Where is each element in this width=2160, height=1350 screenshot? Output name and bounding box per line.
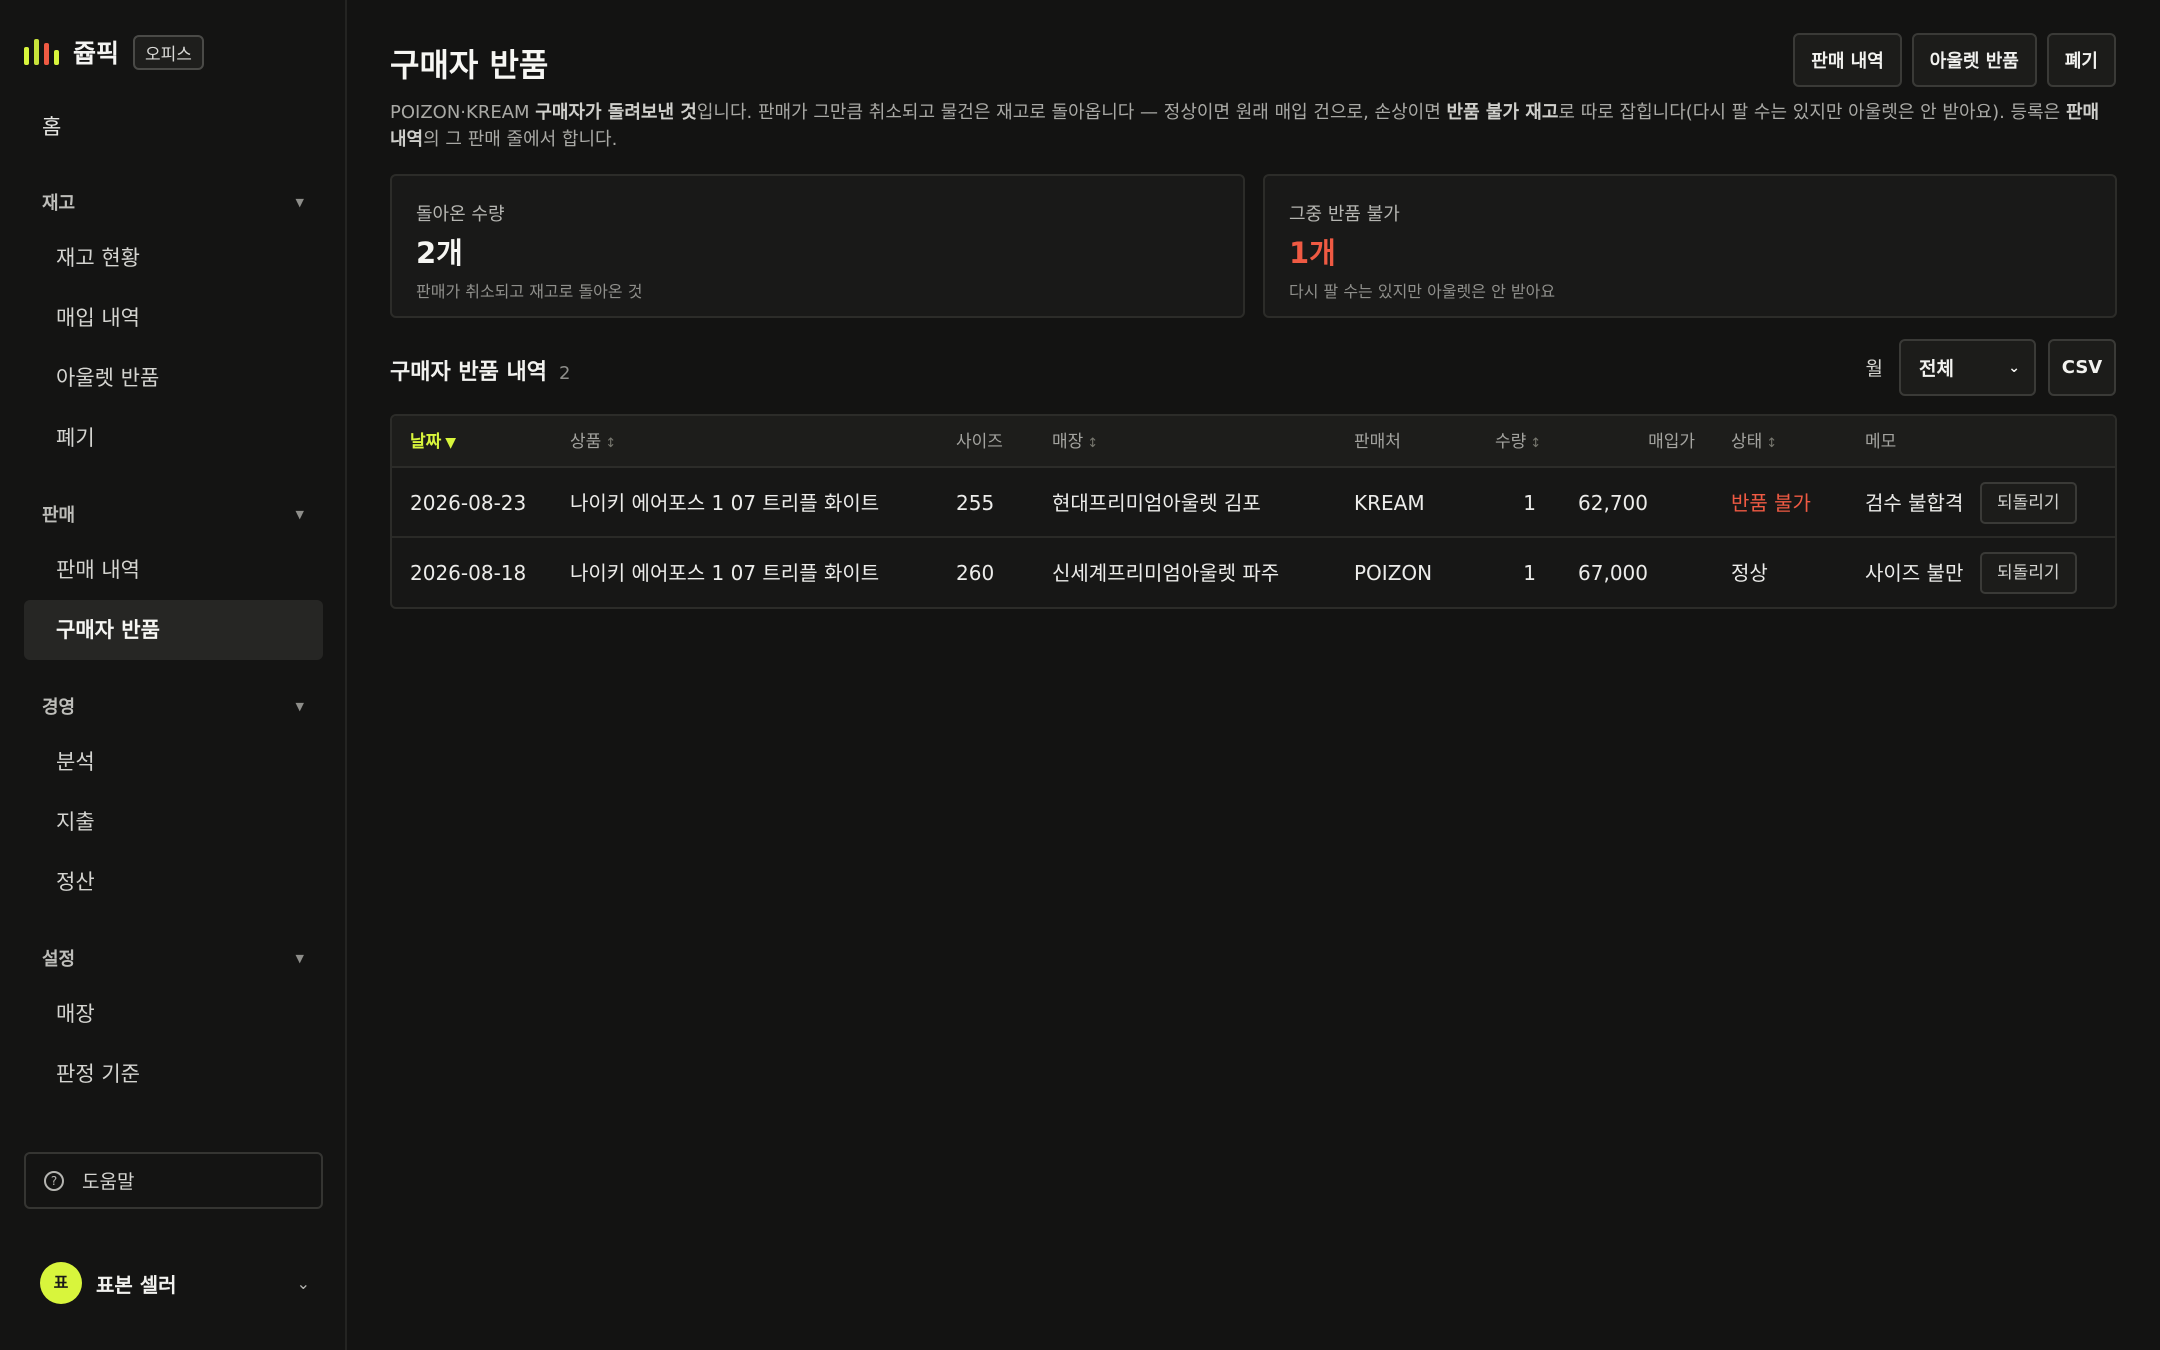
- cell-cost: 62,700: [1578, 491, 1648, 515]
- chevron-down-icon: ⌄: [2008, 359, 2020, 376]
- column-status[interactable]: 상태 ↕: [1693, 416, 1777, 468]
- sidebar-item-outlet-returns[interactable]: 아울렛 반품: [24, 348, 323, 408]
- returned-quantity-card: 돌아온 수량 2개 판매가 취소되고 재고로 돌아온 것: [390, 174, 1245, 318]
- sidebar-item-criteria[interactable]: 판정 기준: [24, 1044, 323, 1104]
- header-actions: 판매 내역 아울렛 반품 폐기: [1793, 33, 2116, 87]
- column-product[interactable]: 상품 ↕: [570, 416, 616, 468]
- cell-size: 260: [956, 561, 995, 585]
- disposal-button[interactable]: 폐기: [2046, 33, 2116, 87]
- column-store[interactable]: 매장 ↕: [1052, 416, 1098, 468]
- chevron-down-icon: ⌄: [296, 1273, 310, 1293]
- brand[interactable]: 쥽픽 오피스: [24, 34, 204, 70]
- column-memo: 메모: [1865, 432, 1897, 452]
- card-subtext: 다시 팔 수는 있지만 아울렛은 안 받아요: [1289, 282, 1556, 301]
- caret-down-icon: ▼: [295, 699, 304, 713]
- month-filter-label: 월: [1865, 358, 1883, 380]
- logo-icon: [24, 39, 59, 65]
- sidebar: 쥽픽 오피스 홈 재고 ▼ 재고 현황 매입 내역 아울렛 반품 폐기 판매 ▼…: [0, 0, 347, 1350]
- cell-qty: 1: [1523, 561, 1536, 585]
- page-description: POIZON·KREAM 구매자가 돌려보낸 것입니다. 판매가 그만큼 취소되…: [390, 102, 2100, 150]
- sort-icon: ↕: [605, 436, 617, 451]
- brand-tag: 오피스: [133, 34, 204, 70]
- non-returnable-card: 그중 반품 불가 1개 다시 팔 수는 있지만 아울렛은 안 받아요: [1263, 174, 2117, 318]
- cell-date: 2026-08-23: [410, 491, 527, 515]
- caret-down-icon: ▼: [295, 951, 304, 965]
- card-label: 그중 반품 불가: [1289, 204, 1400, 225]
- cell-product: 나이키 에어포스 1 07 트리플 화이트: [570, 491, 880, 515]
- brand-name: 쥽픽: [73, 39, 120, 68]
- cell-cost: 67,000: [1578, 561, 1648, 585]
- cell-store: 현대프리미엄아울렛 김포: [1052, 491, 1261, 515]
- table-row: 2026-08-23 나이키 에어포스 1 07 트리플 화이트 255 현대프…: [392, 468, 2115, 538]
- cell-memo: 사이즈 불만: [1865, 561, 1964, 585]
- column-seller: 판매처: [1354, 432, 1401, 452]
- cell-size: 255: [956, 491, 995, 515]
- sidebar-item-settlement[interactable]: 정산: [24, 852, 323, 912]
- section-title: 경영: [42, 697, 76, 718]
- sort-icon: ↕: [1087, 436, 1099, 451]
- sidebar-item-stores[interactable]: 매장: [24, 984, 323, 1044]
- sidebar-item-buyer-returns[interactable]: 구매자 반품: [24, 600, 323, 660]
- sidebar-section-inventory[interactable]: 재고 ▼: [42, 188, 304, 216]
- help-button[interactable]: ? 도움말: [24, 1152, 323, 1209]
- sidebar-item-expenses[interactable]: 지출: [24, 792, 323, 852]
- user-menu[interactable]: 표 표본 셀러 ⌄: [40, 1262, 310, 1304]
- cell-store: 신세계프리미엄아울렛 파주: [1052, 561, 1280, 585]
- month-select-value: 전체: [1919, 358, 1954, 380]
- cell-status: 반품 불가: [1731, 491, 1811, 515]
- sort-desc-icon: ▼: [445, 435, 457, 451]
- card-label: 돌아온 수량: [416, 204, 505, 225]
- sidebar-item-analytics[interactable]: 분석: [24, 732, 323, 792]
- card-value: 1개: [1289, 236, 1336, 270]
- cell-memo: 검수 불합격: [1865, 491, 1964, 515]
- table-header: 날짜 ▼ 상품 ↕ 사이즈 매장 ↕ 판매처 수량 ↕ 매입가 상태 ↕ 메모: [392, 416, 2115, 468]
- cell-seller: KREAM: [1354, 491, 1425, 515]
- caret-down-icon: ▼: [295, 507, 304, 521]
- sidebar-item-disposal[interactable]: 폐기: [24, 408, 323, 468]
- sidebar-section-management[interactable]: 경영 ▼: [42, 692, 304, 720]
- cell-seller: POIZON: [1354, 561, 1433, 585]
- returns-table: 날짜 ▼ 상품 ↕ 사이즈 매장 ↕ 판매처 수량 ↕ 매입가 상태 ↕ 메모 2026-…: [390, 414, 2117, 609]
- help-icon: ?: [44, 1170, 64, 1191]
- page-title: 구매자 반품: [390, 46, 549, 84]
- sidebar-item-sales[interactable]: 판매 내역: [24, 540, 323, 600]
- sidebar-section-sales[interactable]: 판매 ▼: [42, 500, 304, 528]
- cell-product: 나이키 에어포스 1 07 트리플 화이트: [570, 561, 880, 585]
- cell-status: 정상: [1731, 561, 1768, 585]
- csv-export-button[interactable]: CSV: [2048, 339, 2116, 396]
- help-label: 도움말: [82, 1171, 135, 1193]
- sort-icon: ↕: [1766, 436, 1778, 451]
- outlet-returns-button[interactable]: 아울렛 반품: [1911, 33, 2037, 87]
- sidebar-section-settings[interactable]: 설정 ▼: [42, 944, 304, 972]
- card-value: 2개: [416, 236, 463, 270]
- user-name: 표본 셀러: [96, 1272, 177, 1297]
- table-row: 2026-08-18 나이키 에어포스 1 07 트리플 화이트 260 신세계…: [392, 538, 2115, 607]
- sort-icon: ↕: [1530, 436, 1542, 451]
- month-select[interactable]: 전체 ⌄: [1899, 339, 2036, 396]
- list-title: 구매자 반품 내역 2: [390, 360, 571, 385]
- section-title: 재고: [42, 193, 76, 214]
- caret-down-icon: ▼: [295, 195, 304, 209]
- cell-qty: 1: [1523, 491, 1536, 515]
- column-cost: 매입가: [1648, 432, 1695, 452]
- undo-button[interactable]: 되돌리기: [1980, 482, 2077, 524]
- undo-button[interactable]: 되돌리기: [1980, 552, 2077, 594]
- sidebar-item-purchases[interactable]: 매입 내역: [24, 288, 323, 348]
- section-title: 판매: [42, 505, 76, 526]
- column-date[interactable]: 날짜 ▼: [410, 416, 456, 468]
- sidebar-item-home[interactable]: 홈: [42, 112, 61, 142]
- list-filters: 월 전체 ⌄ CSV: [1866, 339, 2116, 396]
- list-count: 2: [559, 363, 571, 384]
- column-size: 사이즈: [956, 432, 1003, 452]
- cell-date: 2026-08-18: [410, 561, 527, 585]
- avatar: 표: [40, 1262, 82, 1304]
- section-title: 설정: [42, 949, 76, 970]
- sales-history-button[interactable]: 판매 내역: [1793, 33, 1902, 87]
- card-subtext: 판매가 취소되고 재고로 돌아온 것: [416, 282, 643, 301]
- column-qty[interactable]: 수량 ↕: [1495, 416, 1541, 468]
- sidebar-item-inventory-status[interactable]: 재고 현황: [24, 228, 323, 288]
